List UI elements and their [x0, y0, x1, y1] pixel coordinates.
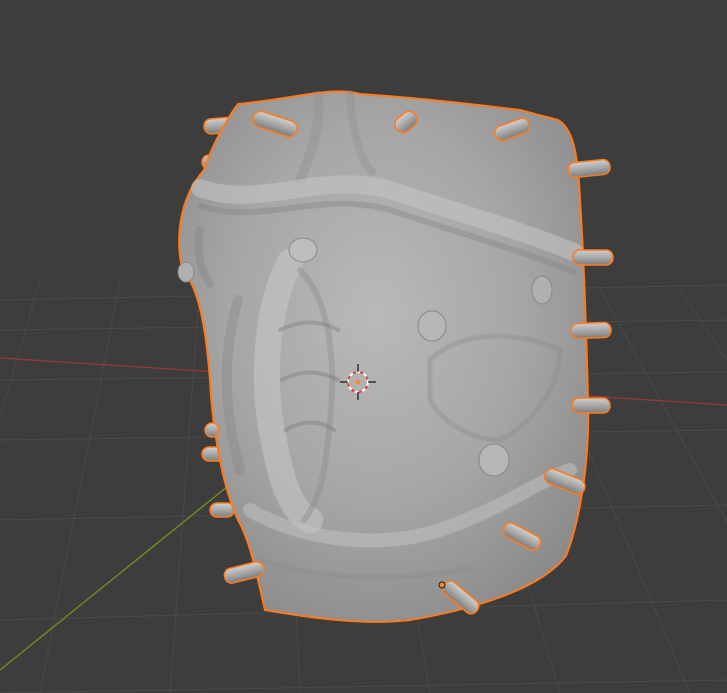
origin-dot-icon[interactable] [438, 581, 446, 589]
pin[interactable] [209, 502, 235, 518]
pin[interactable] [572, 249, 614, 266]
3d-viewport[interactable] [0, 0, 727, 693]
pin[interactable] [204, 422, 220, 438]
pin[interactable] [570, 321, 612, 340]
viewport-canvas[interactable] [0, 0, 727, 693]
pin[interactable] [571, 397, 611, 414]
